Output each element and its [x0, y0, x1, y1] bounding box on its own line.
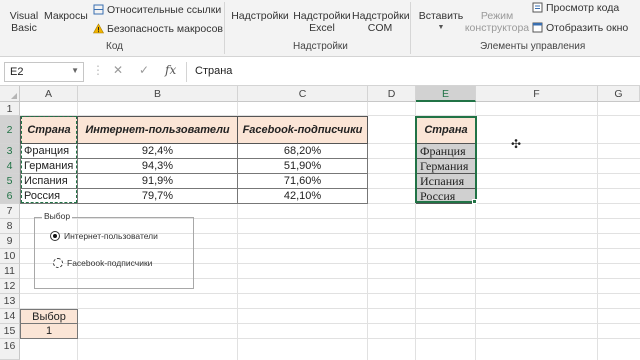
warning-icon — [92, 23, 105, 34]
fill-handle[interactable] — [472, 199, 477, 204]
gridline — [20, 293, 640, 294]
column-header-c[interactable]: C — [238, 86, 368, 102]
row-header-14[interactable]: 14 — [0, 309, 20, 324]
gridline — [20, 323, 640, 324]
insert-control-label: Вставить — [418, 10, 464, 22]
table-cell[interactable]: Испания — [20, 174, 78, 189]
view-code-label: Просмотр кода — [546, 2, 620, 14]
table-cell[interactable]: Франция — [20, 144, 78, 159]
e-list-item[interactable]: Испания — [416, 173, 476, 189]
option-internet-label[interactable]: Интернет-пользователи — [64, 231, 158, 241]
table-cell[interactable]: 94,3% — [78, 159, 238, 174]
column-header-d[interactable]: D — [368, 86, 416, 102]
row-header-1[interactable]: 1 — [0, 102, 20, 116]
ribbon-separator — [410, 2, 411, 54]
e-list-item[interactable]: Россия — [416, 188, 476, 204]
option-internet-radio[interactable] — [50, 231, 60, 241]
view-code-button[interactable]: Просмотр кода — [532, 2, 619, 14]
excel-addins-button[interactable]: Надстройки Excel — [292, 10, 352, 34]
table-cell[interactable]: 42,10% — [238, 189, 368, 204]
table-header-facebook[interactable]: Facebook-подписчики — [237, 116, 368, 144]
row-header-7[interactable]: 7 — [0, 204, 20, 219]
column-header-g[interactable]: G — [598, 86, 640, 102]
com-addins-button[interactable]: Надстройки COM — [352, 10, 410, 34]
table-cell[interactable]: 51,90% — [238, 159, 368, 174]
row-header-6[interactable]: 6 — [0, 189, 20, 204]
addins-button[interactable]: Надстройки — [229, 10, 291, 22]
option-facebook-radio[interactable] — [53, 258, 63, 268]
row-header-12[interactable]: 12 — [0, 279, 20, 294]
table-cell[interactable]: 68,20% — [238, 144, 368, 159]
table-cell[interactable]: 71,60% — [238, 174, 368, 189]
formula-input[interactable]: Страна — [186, 62, 636, 82]
e-list-item[interactable]: Франция — [416, 143, 476, 159]
row-header-13[interactable]: 13 — [0, 294, 20, 309]
e-list-header[interactable]: Страна — [416, 116, 476, 144]
row-header-2[interactable]: 2 — [0, 116, 20, 144]
relative-refs-label: Относительные ссылки — [107, 4, 222, 16]
row-header-16[interactable]: 16 — [0, 339, 20, 360]
table-cell[interactable]: Германия — [20, 159, 78, 174]
row-header-9[interactable]: 9 — [0, 234, 20, 249]
choice-label-cell[interactable]: Выбор — [20, 309, 78, 324]
groupbox-title: Выбор — [42, 211, 73, 221]
column-header-a[interactable]: A — [20, 86, 78, 102]
select-all-button[interactable] — [0, 86, 20, 102]
chevron-down-icon: ▼ — [437, 24, 445, 31]
macros-button[interactable]: Макросы — [44, 10, 88, 22]
row-header-10[interactable]: 10 — [0, 249, 20, 264]
row-header-5[interactable]: 5 — [0, 174, 20, 189]
row-header-4[interactable]: 4 — [0, 159, 20, 174]
row-header-11[interactable]: 11 — [0, 264, 20, 279]
formula-bar: E2 ▼ ⋮ ✕ ✓ fx Страна — [0, 58, 640, 86]
enter-icon[interactable]: ✓ — [139, 63, 149, 77]
row-header-8[interactable]: 8 — [0, 219, 20, 234]
relative-refs-icon — [93, 4, 104, 15]
visual-basic-button[interactable]: Visual Basic — [6, 10, 42, 34]
show-window-button[interactable]: Отобразить окно — [532, 22, 628, 34]
column-header-f[interactable]: F — [476, 86, 598, 102]
gridline — [20, 308, 640, 309]
name-box-value: E2 — [10, 66, 24, 78]
addins-group-label: Надстройки — [293, 41, 348, 52]
table-header-internet[interactable]: Интернет-пользователи — [77, 116, 238, 144]
design-mode-button[interactable]: Режим конструктора — [462, 10, 532, 34]
column-header-e[interactable]: E — [416, 86, 476, 102]
row-header-3[interactable]: 3 — [0, 144, 20, 159]
choice-value-cell[interactable]: 1 — [20, 324, 78, 339]
cancel-icon[interactable]: ✕ — [113, 63, 123, 77]
insert-function-button[interactable]: fx — [165, 63, 176, 77]
more-icon: ⋮ — [92, 63, 104, 77]
gridline — [597, 102, 598, 360]
window-icon — [532, 22, 543, 33]
row-header-15[interactable]: 15 — [0, 324, 20, 339]
table-cell[interactable]: Россия — [20, 189, 78, 204]
crosshair-cursor-icon: ✣ — [511, 137, 522, 151]
name-box[interactable]: E2 ▼ — [4, 62, 84, 82]
column-header-b[interactable]: B — [78, 86, 238, 102]
insert-control-button[interactable]: Вставить ▼ — [416, 10, 466, 34]
table-cell[interactable]: 92,4% — [78, 144, 238, 159]
view-code-icon — [532, 2, 543, 13]
table-header-country[interactable]: Страна — [20, 116, 78, 144]
table-cell[interactable]: 91,9% — [78, 174, 238, 189]
option-groupbox[interactable] — [34, 217, 194, 289]
table-cell[interactable]: 79,7% — [78, 189, 238, 204]
show-window-label: Отобразить окно — [546, 22, 629, 34]
option-facebook-label[interactable]: Facebook-подписчики — [67, 258, 152, 268]
ribbon: Visual Basic Макросы Относительные ссылк… — [0, 0, 640, 57]
chevron-down-icon[interactable]: ▼ — [71, 66, 79, 75]
controls-group-label: Элементы управления — [480, 41, 586, 52]
gridline — [20, 338, 640, 339]
ribbon-separator — [224, 2, 225, 54]
relative-refs-button[interactable]: Относительные ссылки — [93, 4, 221, 16]
code-group-label: Код — [106, 41, 124, 52]
macro-security-button[interactable]: Безопасность макросов — [92, 23, 224, 35]
e-list-item[interactable]: Германия — [416, 158, 476, 174]
macro-security-label: Безопасность макросов — [107, 23, 224, 35]
